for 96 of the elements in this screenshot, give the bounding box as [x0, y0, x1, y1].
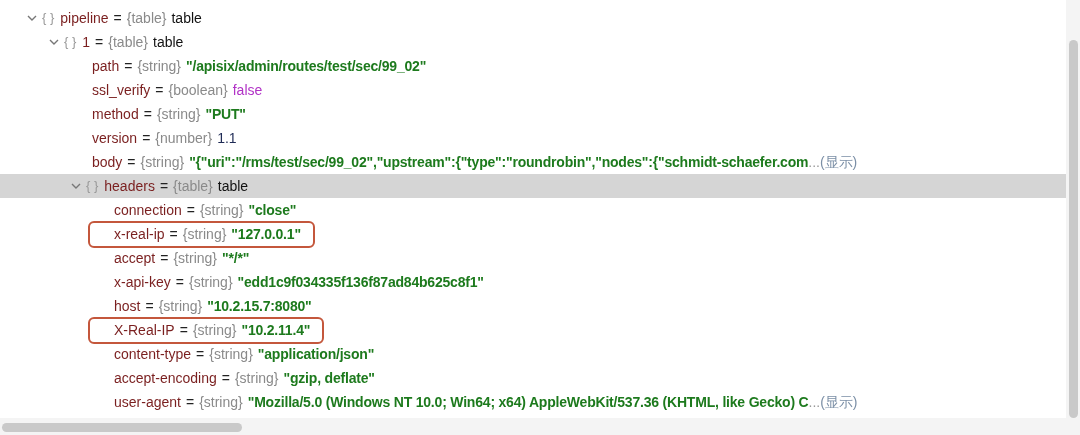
- tree-row[interactable]: X-Real-IP = {string} "10.2.11.4": [0, 318, 1066, 342]
- equals-sign: =: [175, 272, 184, 292]
- variable-value: "10.2.11.4": [241, 320, 311, 340]
- variable-type: {boolean}: [168, 80, 228, 100]
- table-icon: { }: [42, 8, 55, 28]
- table-icon: { }: [86, 176, 99, 196]
- variable-name: user-agent: [114, 392, 181, 412]
- equals-sign: =: [160, 248, 169, 268]
- ellipsis: ...: [808, 392, 821, 412]
- equals-sign: =: [143, 104, 152, 124]
- equals-sign: =: [142, 128, 151, 148]
- variable-value: "10.2.15.7:8080": [207, 296, 312, 316]
- tree-row[interactable]: content-type = {string} "application/json": [0, 342, 1066, 366]
- variable-type: {string}: [209, 344, 253, 364]
- tree-row[interactable]: x-real-ip = {string} "127.0.0.1": [0, 222, 1066, 246]
- variable-name: 1: [82, 32, 91, 52]
- tree-row[interactable]: ssl_verify = {boolean} false: [0, 78, 1066, 102]
- tree-row[interactable]: accept = {string} "*/*": [0, 246, 1066, 270]
- variable-value: "/apisix/admin/routes/test/sec/99_02": [186, 56, 427, 76]
- tree-row[interactable]: { } pipeline = {table} table: [0, 6, 1066, 30]
- variable-name: X-Real-IP: [114, 320, 175, 340]
- variable-value: "127.0.0.1": [231, 224, 301, 244]
- tree-row[interactable]: user-agent = {string} "Mozilla/5.0 (Windows NT 10.0; Win64; x64) AppleWebKit/537.36 (KHTML, like Gecko) C...(显示): [0, 390, 1066, 414]
- tree-row[interactable]: accept-encoding = {string} "gzip, deflate": [0, 366, 1066, 390]
- variable-name: x-real-ip: [114, 224, 165, 244]
- selected-row[interactable]: { } headers = {table} table: [0, 174, 1066, 198]
- ellipsis: ...: [808, 152, 820, 172]
- variable-value: table: [217, 176, 249, 196]
- equals-sign: =: [95, 32, 104, 52]
- variable-value: "close": [248, 200, 297, 220]
- variable-name: x-api-key: [114, 272, 171, 292]
- variable-value: "edd1c9f034335f136f87ad84b625c8f1": [237, 272, 484, 292]
- variable-type: {string}: [137, 56, 182, 76]
- variable-type: {table}: [126, 8, 167, 28]
- equals-sign: =: [221, 368, 230, 388]
- variable-type: {string}: [182, 224, 227, 244]
- variable-value: "application/json": [257, 344, 375, 364]
- table-icon: { }: [64, 32, 77, 52]
- variable-type: {string}: [156, 104, 201, 124]
- variable-value: table: [153, 32, 184, 52]
- variable-name: host: [114, 296, 141, 316]
- scrollbar-thumb[interactable]: [1069, 40, 1078, 418]
- variable-type: {string}: [199, 200, 244, 220]
- variable-name: version: [92, 128, 138, 148]
- variable-type: {table}: [173, 176, 213, 196]
- equals-sign: =: [127, 152, 136, 172]
- equals-sign: =: [169, 224, 178, 244]
- variable-name: accept: [114, 248, 156, 268]
- variable-value: table: [171, 8, 202, 28]
- tree-row[interactable]: { } 1 = {table} table: [0, 30, 1066, 54]
- variable-value: "{"uri":"/rms/test/sec/99_02","upstream":{"type":"roundrobin","nodes":{"schmidt-schaefer.com: [189, 152, 809, 172]
- vertical-scrollbar[interactable]: [1066, 0, 1080, 418]
- show-link[interactable]: (显示): [820, 391, 858, 413]
- horizontal-scrollbar[interactable]: [0, 418, 1080, 435]
- variable-name: connection: [114, 200, 182, 220]
- tree-row[interactable]: version = {number} 1.1: [0, 126, 1066, 150]
- equals-sign: =: [155, 80, 164, 100]
- variable-type: {table}: [108, 32, 148, 52]
- tree-row[interactable]: body = {string} "{"uri":"/rms/test/sec/99_02","upstream":{"type":"roundrobin","nodes":{"schmidt-schaefer.com...(显示): [0, 150, 1066, 174]
- variable-type: {string}: [192, 320, 237, 340]
- equals-sign: =: [196, 344, 205, 364]
- variable-name: body: [92, 152, 123, 172]
- variable-type: {string}: [234, 368, 279, 388]
- variable-name: path: [92, 56, 120, 76]
- variable-value: "*/*": [222, 248, 250, 268]
- equals-sign: =: [145, 296, 154, 316]
- variable-type: {string}: [173, 248, 218, 268]
- variable-type: {string}: [140, 152, 185, 172]
- variable-name: pipeline: [60, 8, 109, 28]
- show-link[interactable]: (显示): [819, 151, 858, 173]
- variable-type: {string}: [158, 296, 203, 316]
- variable-value: "PUT": [205, 104, 246, 124]
- tree-row[interactable]: connection = {string} "close": [0, 198, 1066, 222]
- variable-name: content-type: [114, 344, 192, 364]
- variable-name: ssl_verify: [92, 80, 151, 100]
- variable-name: accept-encoding: [114, 368, 217, 388]
- equals-sign: =: [113, 8, 122, 28]
- scrollbar-thumb[interactable]: [2, 423, 242, 432]
- variable-type: {number}: [155, 128, 213, 148]
- variable-value: "Mozilla/5.0 (Windows NT 10.0; Win64; x64) AppleWebKit/537.36 (KHTML, like Gecko) C: [247, 392, 809, 412]
- equals-sign: =: [124, 56, 133, 76]
- tree-row[interactable]: x-api-key = {string} "edd1c9f034335f136f87ad84b625c8f1": [0, 270, 1066, 294]
- equals-sign: =: [186, 200, 195, 220]
- variable-value: false: [232, 80, 263, 100]
- variable-name: method: [92, 104, 139, 124]
- tree-row[interactable]: path = {string} "/apisix/admin/routes/test/sec/99_02": [0, 54, 1066, 78]
- equals-sign: =: [185, 392, 195, 412]
- variable-value: "gzip, deflate": [283, 368, 375, 388]
- tree-row[interactable]: method = {string} "PUT": [0, 102, 1066, 126]
- equals-sign: =: [159, 176, 169, 196]
- tree-row[interactable]: host = {string} "10.2.15.7:8080": [0, 294, 1066, 318]
- variable-type: {string}: [189, 272, 233, 292]
- variable-value: 1.1: [217, 128, 237, 148]
- variable-name: headers: [104, 176, 155, 196]
- equals-sign: =: [179, 320, 188, 340]
- variable-type: {string}: [199, 392, 243, 412]
